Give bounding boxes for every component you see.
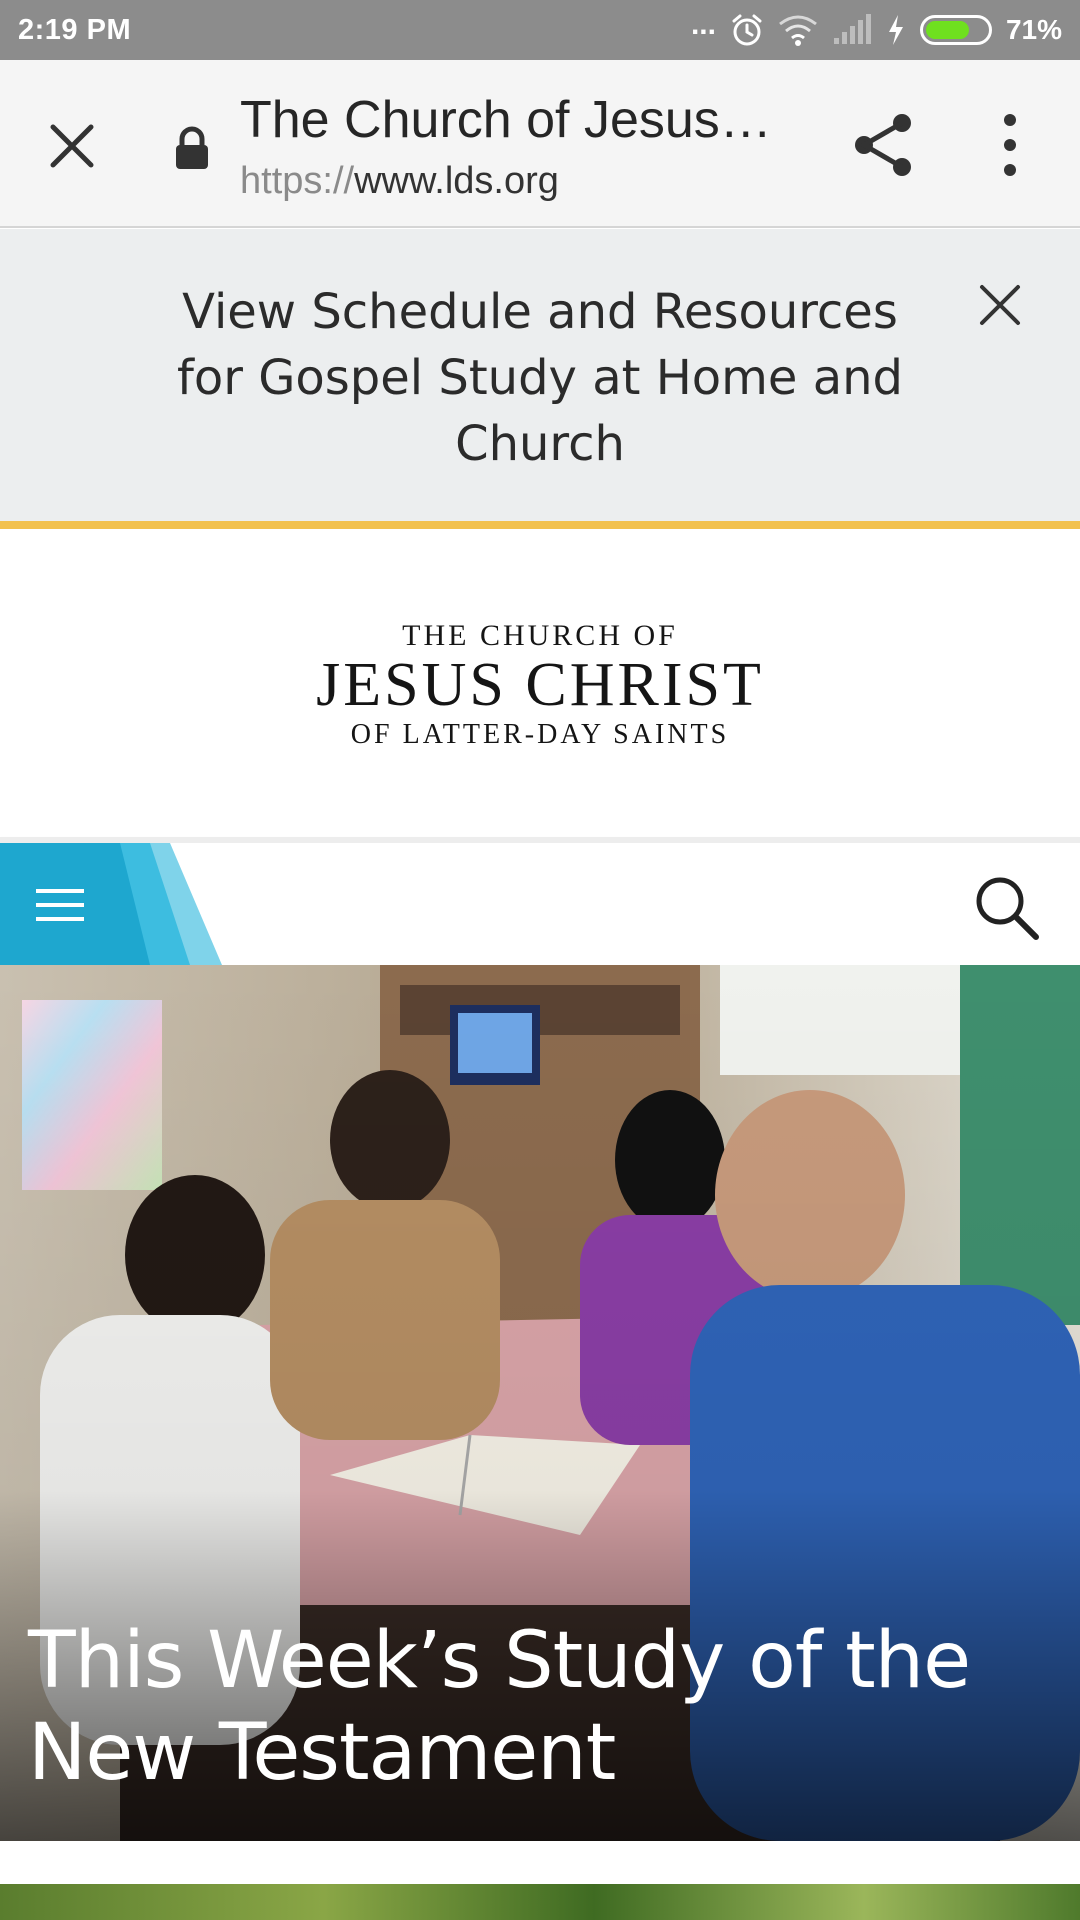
page-url[interactable]: https://www.lds.org [240, 160, 559, 203]
logo-line1: THE CHURCH OF [402, 619, 678, 652]
menu-button-background [0, 843, 222, 965]
share-icon[interactable] [848, 110, 918, 180]
menu-icon [36, 889, 84, 921]
wifi-icon [779, 15, 817, 46]
url-scheme: https:// [240, 160, 355, 202]
close-tab-button[interactable] [40, 114, 104, 178]
announcement-banner[interactable]: View Schedule and Resources for Gospel S… [0, 229, 1080, 529]
hero-title[interactable]: This Week’s Study of the New Testament [28, 1615, 1048, 1799]
charging-icon [888, 15, 903, 45]
url-host: www.lds.org [354, 160, 559, 202]
more-vert-icon[interactable] [990, 110, 1030, 180]
alarm-icon [732, 14, 762, 46]
signal-icon [833, 14, 871, 44]
banner-text[interactable]: View Schedule and Resources for Gospel S… [160, 279, 920, 477]
logo-line3: OF LATTER-DAY SAINTS [350, 719, 730, 750]
notification-dots: ... [690, 8, 716, 41]
battery-fill [925, 21, 969, 39]
close-icon[interactable] [976, 281, 1024, 329]
church-logo[interactable]: THE CHURCH OF JESUS CHRIST OF LATTER-DAY… [0, 537, 1080, 837]
battery-percent: 71% [1005, 14, 1062, 45]
status-time: 2:19 PM [18, 13, 132, 46]
battery-icon [919, 15, 992, 45]
status-bar: 2:19 PM ... 71% [0, 0, 1080, 60]
screen: 2:19 PM ... 71% The Church of Jesus… htt… [0, 0, 1080, 1920]
menu-button[interactable] [0, 843, 222, 965]
status-icons: ... 71% [691, 0, 1062, 60]
search-icon[interactable] [972, 873, 1042, 943]
lock-icon [176, 126, 208, 169]
next-card-image[interactable] [0, 1884, 1080, 1920]
browser-toolbar: The Church of Jesus… https://www.lds.org [0, 60, 1080, 228]
hero-card[interactable]: This Week’s Study of the New Testament [0, 965, 1080, 1841]
logo-line2: JESUS CHRIST [316, 651, 764, 719]
site-navbar [0, 837, 1080, 965]
close-icon [50, 124, 94, 168]
page-title: The Church of Jesus… [240, 91, 772, 149]
